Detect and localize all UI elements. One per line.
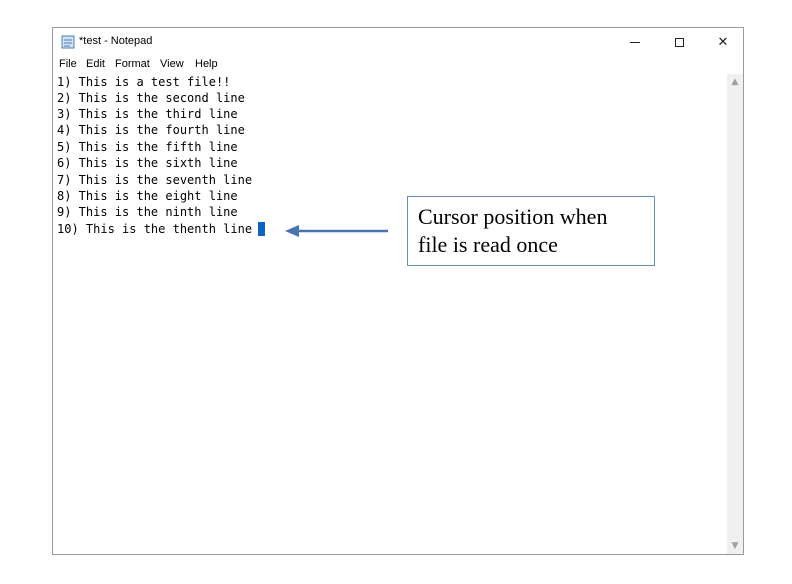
callout-text-line-1: Cursor position when: [418, 204, 608, 229]
maximize-icon: [674, 37, 684, 47]
menu-edit[interactable]: Edit: [86, 58, 105, 70]
notepad-app-icon: [61, 35, 75, 49]
editor-line: 9) This is the ninth line: [57, 205, 238, 219]
editor-line: 1) This is a test file!!: [57, 75, 231, 89]
editor-line: 10) This is the thenth line: [57, 222, 253, 236]
menu-file[interactable]: File: [59, 58, 77, 70]
scroll-down-icon[interactable]: ▼: [727, 538, 743, 554]
minimize-button[interactable]: [613, 28, 657, 56]
menu-bar: File Edit Format View Help: [53, 56, 743, 74]
text-caret: [258, 222, 265, 236]
editor-line: 5) This is the fifth line: [57, 140, 238, 154]
editor-line: 2) This is the second line: [57, 91, 245, 105]
editor-line: 7) This is the seventh line: [57, 173, 253, 187]
callout-text-line-2: file is read once: [418, 232, 558, 257]
editor-line: 8) This is the eight line: [57, 189, 238, 203]
notepad-window: *test - Notepad ✕ File Edit Format View …: [52, 27, 744, 555]
vertical-scrollbar[interactable]: ▲ ▼: [727, 74, 743, 554]
menu-help[interactable]: Help: [195, 58, 218, 70]
close-button[interactable]: ✕: [701, 28, 745, 56]
minimize-icon: [630, 41, 640, 43]
window-title: *test - Notepad: [79, 35, 153, 47]
title-bar[interactable]: *test - Notepad ✕: [53, 28, 743, 56]
editor-line: 6) This is the sixth line: [57, 156, 238, 170]
annotation-callout: Cursor position when file is read once: [407, 196, 655, 266]
close-icon: ✕: [717, 34, 729, 50]
maximize-button[interactable]: [657, 28, 701, 56]
annotation-arrow-icon: [285, 225, 388, 237]
editor-line: 3) This is the third line: [57, 107, 238, 121]
scroll-up-icon[interactable]: ▲: [727, 74, 743, 90]
menu-view[interactable]: View: [160, 58, 184, 70]
text-editor[interactable]: 1) This is a test file!! 2) This is the …: [53, 74, 727, 554]
menu-format[interactable]: Format: [115, 58, 150, 70]
editor-line: 4) This is the fourth line: [57, 123, 245, 137]
